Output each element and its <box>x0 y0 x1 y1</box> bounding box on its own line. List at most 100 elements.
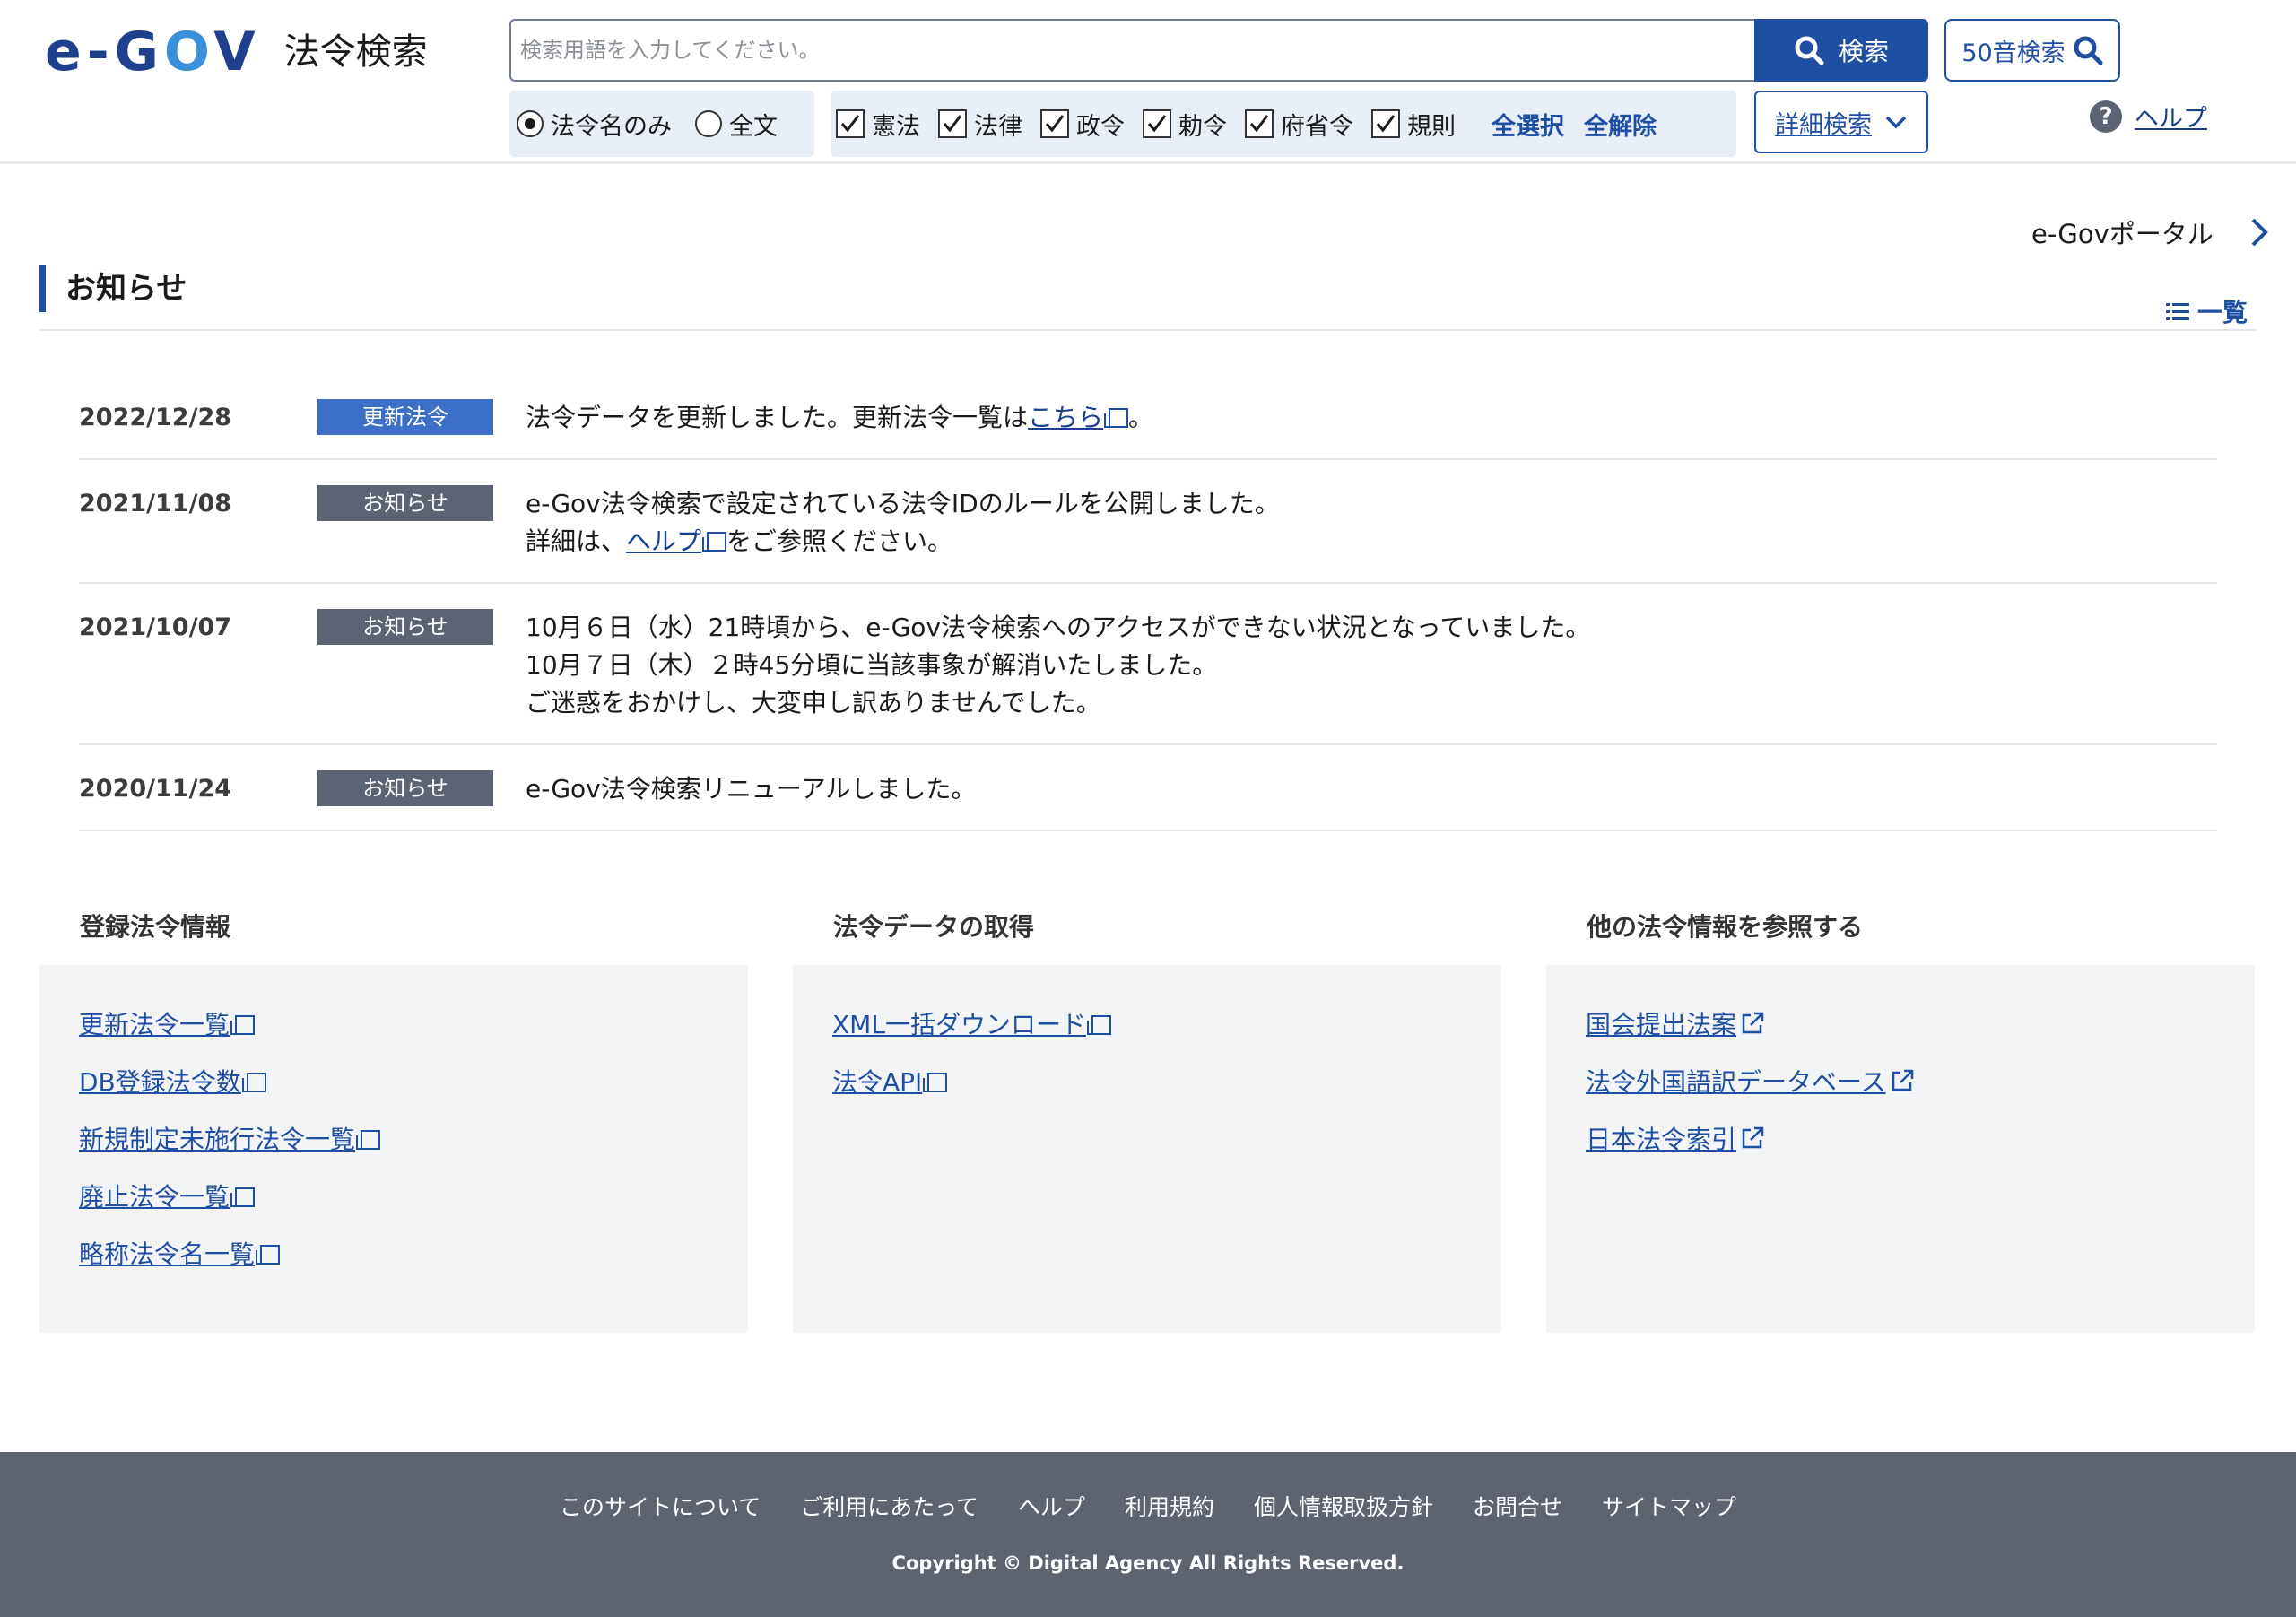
new-window-icon <box>1104 408 1129 428</box>
new-window-icon <box>230 1015 256 1035</box>
chevron-down-icon <box>1885 116 1907 129</box>
notices-all-link[interactable]: 一覧 <box>2165 293 2248 329</box>
news-text-line: 10月６日（水）21時頃から、e-Gov法令検索へのアクセスができない状況となっ… <box>526 613 1591 642</box>
select-all-link[interactable]: 全選択 <box>1492 107 1564 142</box>
footer-link-help[interactable]: ヘルプ <box>1018 1490 1085 1522</box>
news-date: 2021/10/07 <box>79 613 232 641</box>
site-title: 法令検索 <box>283 31 428 73</box>
link-label: 日本法令索引 <box>1586 1125 1737 1154</box>
external-link-icon <box>1892 1069 1913 1091</box>
new-window-icon <box>256 1245 281 1265</box>
link-list: 国会提出法案 法令外国語訳データベース 日本法令索引 <box>1586 1006 1915 1178</box>
law-type-label: 憲法 <box>872 112 920 141</box>
help-link[interactable]: ? ヘルプ <box>2090 99 2207 134</box>
link-label: 更新法令一覧 <box>79 1010 230 1039</box>
abolished-laws-link[interactable]: 廃止法令一覧 <box>79 1178 380 1216</box>
law-type-checkbox-seirei[interactable]: 政令 <box>1040 107 1125 142</box>
site-header: e-GOV 法令検索 検索 50音検索 法令名のみ 全文 憲法 <box>0 0 2296 164</box>
checkbox-checked-icon <box>1371 109 1400 138</box>
checkbox-checked-icon <box>836 109 865 138</box>
kana-search-label: 50音検索 <box>1961 39 2066 67</box>
law-type-checkbox-kisoku[interactable]: 規則 <box>1371 107 1456 142</box>
footer-link-contact[interactable]: お問合せ <box>1473 1490 1562 1522</box>
unenforced-laws-link[interactable]: 新規制定未施行法令一覧 <box>79 1121 381 1159</box>
new-window-icon <box>230 1187 256 1207</box>
updated-laws-list-link[interactable]: 更新法令一覧 <box>79 1006 380 1044</box>
new-window-icon <box>702 532 727 552</box>
notices-all-label: 一覧 <box>2197 298 2248 327</box>
registered-laws-heading: 登録法令情報 <box>80 912 231 942</box>
scope-full-text-radio[interactable]: 全文 <box>695 107 778 142</box>
footer-link-usage[interactable]: ご利用にあたって <box>800 1490 978 1522</box>
japan-law-index-link[interactable]: 日本法令索引 <box>1586 1121 1915 1159</box>
link-list: 更新法令一覧 DB登録法令数 新規制定未施行法令一覧 廃止法令一覧 略称法令名一… <box>79 1006 381 1293</box>
search-button[interactable]: 検索 <box>1754 19 1928 82</box>
help-inline-link[interactable]: ヘルプ <box>626 526 701 556</box>
search-input[interactable] <box>509 19 1754 82</box>
registered-laws-panel: 更新法令一覧 DB登録法令数 新規制定未施行法令一覧 廃止法令一覧 略称法令名一… <box>39 965 748 1333</box>
link-label: 廃止法令一覧 <box>79 1182 230 1212</box>
news-text-line: ご迷惑をおかけし、大変申し訳ありませんでした。 <box>526 688 1101 717</box>
updated-laws-link[interactable]: こちら <box>1028 403 1103 432</box>
law-type-label: 法律 <box>974 112 1022 141</box>
law-type-checkbox-kenpo[interactable]: 憲法 <box>836 107 920 142</box>
law-type-label: 政令 <box>1076 112 1125 141</box>
advanced-search-label: 詳細検索 <box>1775 110 1872 139</box>
footer-link-sitemap[interactable]: サイトマップ <box>1602 1490 1736 1522</box>
news-text: 法令データを更新しました。更新法令一覧はこちら。 <box>526 399 1153 437</box>
diet-bills-link[interactable]: 国会提出法案 <box>1586 1006 1915 1044</box>
footer-link-privacy[interactable]: 個人情報取扱方針 <box>1254 1490 1433 1522</box>
law-type-checkbox-horitsu[interactable]: 法律 <box>938 107 1022 142</box>
egov-logo-mark: e-GOV <box>45 21 261 83</box>
egov-portal-link[interactable]: e-Govポータル <box>2031 213 2269 251</box>
law-api-link[interactable]: 法令API <box>832 1064 1111 1101</box>
checkbox-checked-icon <box>1245 109 1274 138</box>
search-button-label: 検索 <box>1838 37 1889 66</box>
db-law-count-link[interactable]: DB登録法令数 <box>79 1064 380 1101</box>
new-window-icon <box>356 1130 381 1150</box>
news-text-part: 。 <box>1128 403 1154 432</box>
checkbox-checked-icon <box>938 109 967 138</box>
news-item: 2021/11/08 お知らせ e-Gov法令検索で設定されている法令IDのルー… <box>79 460 2217 584</box>
news-text: 10月６日（水）21時頃から、e-Gov法令検索へのアクセスができない状況となっ… <box>526 609 1590 722</box>
news-text-part: をご参照ください。 <box>726 526 953 556</box>
link-label: 法令API <box>832 1067 923 1097</box>
site-logo[interactable]: e-GOV 法令検索 <box>45 25 428 79</box>
new-window-icon <box>1086 1015 1111 1035</box>
abbreviated-law-names-link[interactable]: 略称法令名一覧 <box>79 1236 380 1274</box>
news-text-line: e-Gov法令検索で設定されている法令IDのルールを公開しました。 <box>526 489 1280 518</box>
link-label: DB登録法令数 <box>79 1067 241 1097</box>
news-date: 2022/12/28 <box>79 404 232 431</box>
law-type-checkbox-chokurei[interactable]: 勅令 <box>1143 107 1227 142</box>
help-link-label[interactable]: ヘルプ <box>2135 99 2207 134</box>
law-type-label: 府省令 <box>1281 112 1353 141</box>
copyright: Copyright © Digital Agency All Rights Re… <box>891 1552 1405 1574</box>
kana-search-button[interactable]: 50音検索 <box>1944 19 2120 82</box>
external-link-icon <box>1742 1012 1764 1034</box>
link-label: 略称法令名一覧 <box>79 1239 256 1269</box>
news-badge: お知らせ <box>317 609 493 645</box>
link-label: 国会提出法案 <box>1586 1010 1737 1039</box>
advanced-search-button[interactable]: 詳細検索 <box>1754 91 1928 153</box>
list-icon <box>2166 303 2189 320</box>
news-item: 2020/11/24 お知らせ e-Gov法令検索リニューアルしました。 <box>79 745 2217 831</box>
scope-name-only-radio[interactable]: 法令名のみ <box>517 107 672 142</box>
new-window-icon <box>241 1073 266 1092</box>
external-link-icon <box>1742 1126 1764 1149</box>
translation-db-link[interactable]: 法令外国語訳データベース <box>1586 1064 1915 1101</box>
search-scope-group: 法令名のみ 全文 <box>509 91 814 157</box>
footer-link-terms[interactable]: 利用規約 <box>1125 1490 1214 1522</box>
news-date: 2020/11/24 <box>79 775 232 803</box>
link-label: 法令外国語訳データベース <box>1586 1067 1886 1097</box>
news-date: 2021/11/08 <box>79 490 232 517</box>
xml-bulk-download-link[interactable]: XML一括ダウンロード <box>832 1006 1111 1044</box>
footer-link-about[interactable]: このサイトについて <box>560 1490 761 1522</box>
news-badge: お知らせ <box>317 770 493 806</box>
notices-heading: お知らせ <box>39 265 187 312</box>
link-label: 新規制定未施行法令一覧 <box>79 1125 356 1154</box>
egov-portal-label: e-Govポータル <box>2031 219 2213 249</box>
link-list: XML一括ダウンロード 法令API <box>832 1006 1111 1121</box>
deselect-all-link[interactable]: 全解除 <box>1584 107 1657 142</box>
law-type-checkbox-fushorei[interactable]: 府省令 <box>1245 107 1353 142</box>
news-text: e-Gov法令検索で設定されている法令IDのルールを公開しました。 詳細は、ヘル… <box>526 485 1280 561</box>
